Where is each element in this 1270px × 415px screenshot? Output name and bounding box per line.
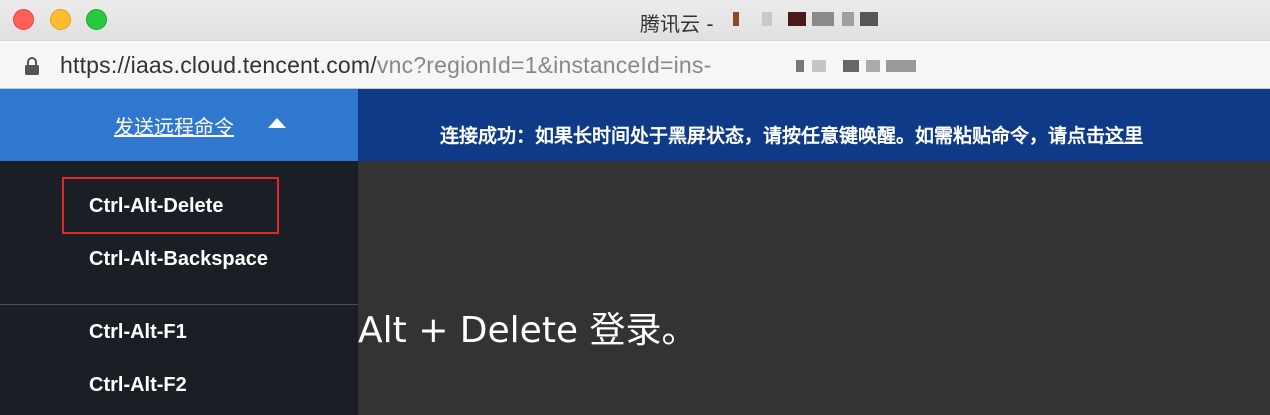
redacted-title [812, 12, 834, 26]
redacted-url [866, 60, 880, 72]
browser-window: 腾讯云 - https://iaas.cloud.tencent.com/vnc… [0, 0, 1270, 415]
redacted-title [762, 12, 772, 26]
menu-item-ctrl-alt-f2[interactable]: Ctrl-Alt-F2 [89, 374, 187, 397]
address-bar[interactable]: https://iaas.cloud.tencent.com/vnc?regio… [0, 40, 1270, 89]
title-bar: 腾讯云 - [0, 0, 1270, 40]
remote-screen-text: Alt + Delete 登录。 [358, 310, 698, 351]
menu-item-ctrl-alt-delete[interactable]: Ctrl-Alt-Delete [89, 195, 223, 218]
lock-icon [25, 57, 39, 75]
maximize-window-button[interactable] [86, 9, 107, 30]
url-host: https://iaas.cloud.tencent.com/ [60, 52, 377, 78]
redacted-url [812, 60, 826, 72]
paste-command-link[interactable]: 这里 [1105, 125, 1143, 147]
redacted-url [843, 60, 859, 72]
remote-screen[interactable]: Alt + Delete 登录。 [358, 161, 1270, 415]
caret-up-icon[interactable] [268, 118, 286, 128]
url-path: vnc?regionId=1&instanceId=ins- [376, 52, 712, 78]
menu-item-ctrl-alt-f1[interactable]: Ctrl-Alt-F1 [89, 321, 187, 344]
redacted-url [796, 60, 804, 72]
close-window-button[interactable] [13, 9, 34, 30]
remote-command-menu: Ctrl-Alt-Delete Ctrl-Alt-Backspace Ctrl-… [0, 161, 358, 415]
redacted-title [860, 12, 878, 26]
redacted-title [842, 12, 854, 26]
redacted-title [733, 12, 739, 26]
redacted-url [886, 60, 916, 72]
window-title: 腾讯云 - [640, 12, 714, 36]
vnc-header: 发送远程命令 连接成功：如果长时间处于黑屏状态，请按任意键唤醒。如需粘贴命令，请… [0, 89, 1270, 161]
url-text[interactable]: https://iaas.cloud.tencent.com/vnc?regio… [60, 52, 711, 79]
redacted-title [788, 12, 806, 26]
menu-divider [0, 304, 358, 305]
send-remote-command-button[interactable]: 发送远程命令 [0, 89, 358, 161]
menu-item-ctrl-alt-backspace[interactable]: Ctrl-Alt-Backspace [89, 248, 268, 271]
minimize-window-button[interactable] [50, 9, 71, 30]
send-remote-command-label[interactable]: 发送远程命令 [114, 111, 234, 140]
notice-text: 连接成功：如果长时间处于黑屏状态，请按任意键唤醒。如需粘贴命令，请点击 [440, 125, 1106, 147]
connection-notice: 连接成功：如果长时间处于黑屏状态，请按任意键唤醒。如需粘贴命令，请点击这里 [440, 121, 1143, 148]
